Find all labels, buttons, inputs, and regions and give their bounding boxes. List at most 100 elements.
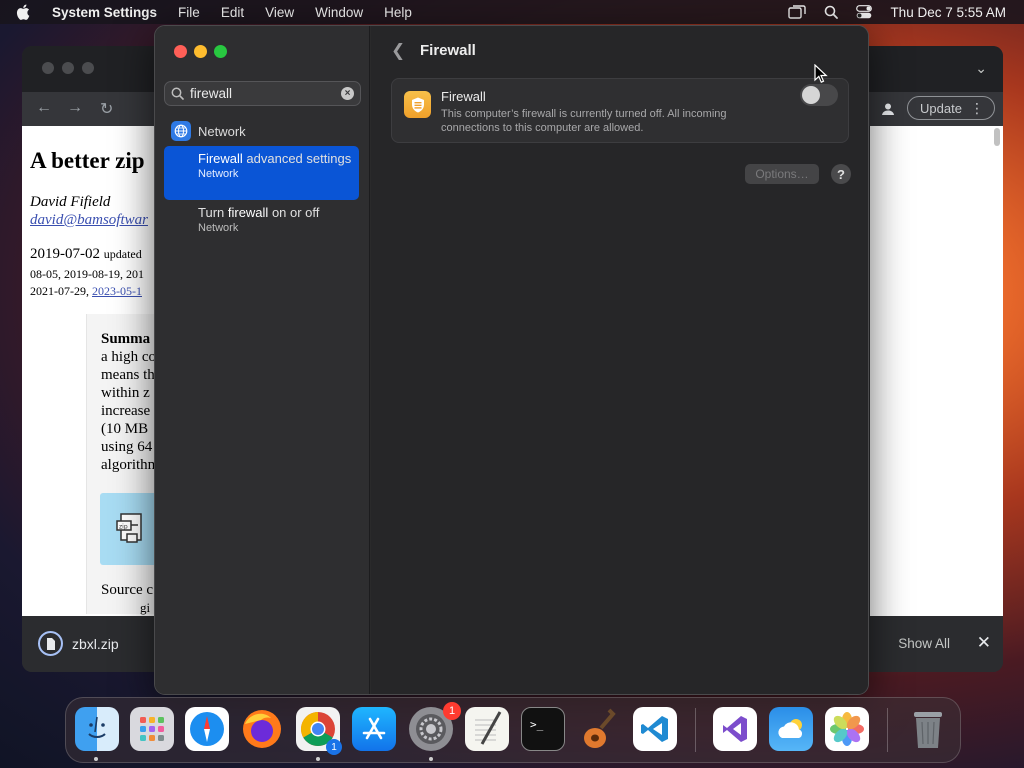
finder-running-indicator: [94, 757, 98, 761]
article-update-dates-2: 2021-07-29, 2023-05-1: [30, 284, 142, 299]
browser-zoom-button[interactable]: [82, 62, 94, 74]
search-input[interactable]: [190, 86, 330, 101]
finder-icon[interactable]: [75, 707, 119, 751]
window-zoom-button[interactable]: [214, 45, 227, 58]
search-result-title: Firewall advanced settings: [198, 151, 359, 167]
browser-close-button[interactable]: [42, 62, 54, 74]
window-close-button[interactable]: [174, 45, 187, 58]
garageband-icon[interactable]: [577, 707, 621, 751]
search-section-network: Network: [171, 121, 246, 141]
settings-notification-badge: 1: [443, 702, 461, 720]
trash-icon[interactable]: [906, 707, 950, 751]
article-heading: A better zip: [30, 148, 145, 173]
menu-file[interactable]: File: [178, 5, 200, 20]
browser-update-label: Update: [920, 100, 962, 116]
menu-help[interactable]: Help: [384, 5, 412, 20]
download-close-icon[interactable]: ✕: [977, 633, 991, 653]
settings-sidebar: × Network Firewall advanced settings Net…: [155, 26, 370, 694]
search-result-rest: advanced settings: [242, 151, 352, 166]
chrome-update-badge: 1: [326, 739, 342, 755]
search-result-subtitle: Network: [198, 168, 239, 180]
firewall-row: Firewall This computer’s firewall is cur…: [391, 78, 849, 143]
window-minimize-button[interactable]: [194, 45, 207, 58]
summary-body: a high co means th within z increase (10…: [101, 349, 160, 473]
firewall-shield-icon: [404, 91, 431, 118]
browser-reload-icon[interactable]: ↻: [100, 99, 113, 119]
firewall-description: This computer’s firewall is currently tu…: [441, 108, 727, 134]
control-center-icon[interactable]: [856, 5, 873, 19]
download-file-icon[interactable]: [38, 631, 63, 656]
article-date-main: 2019-07-02: [30, 246, 100, 262]
menu-bar: System Settings File Edit View Window He…: [0, 0, 1024, 24]
search-section-label: Network: [198, 123, 246, 139]
menu-clock[interactable]: Thu Dec 7 5:55 AM: [890, 5, 1006, 20]
textedit-icon[interactable]: [465, 707, 509, 751]
svg-text:zip: zip: [119, 524, 128, 531]
settings-running-indicator: [429, 757, 433, 761]
photos-icon[interactable]: [825, 707, 869, 751]
browser-forward-icon[interactable]: →: [67, 99, 83, 117]
zip-file-icon: zip: [116, 513, 142, 543]
network-globe-icon: [171, 121, 191, 141]
weather-icon[interactable]: [769, 707, 813, 751]
web-page-content: A better zip David Fifield david@bamsoft…: [22, 126, 162, 616]
browser-profile-icon[interactable]: [877, 98, 899, 120]
menu-edit[interactable]: Edit: [221, 5, 244, 20]
clear-search-icon[interactable]: ×: [341, 87, 354, 100]
terminal-icon[interactable]: >_: [521, 707, 565, 751]
screen-mirroring-icon[interactable]: [788, 5, 807, 19]
article-author: David Fifield: [30, 194, 111, 210]
article-update-dates: 08-05, 2019-08-19, 201: [30, 267, 144, 281]
update-date-text: 2021-07-29,: [30, 284, 92, 298]
launchpad-icon[interactable]: [130, 707, 174, 751]
source-link[interactable]: gi: [140, 600, 150, 616]
dock: 1 1 >_: [65, 697, 961, 763]
update-date-link[interactable]: 2023-05-1: [92, 284, 142, 298]
author-email-link[interactable]: david@bamsoftwar: [30, 212, 148, 229]
article-date: 2019-07-02 updated: [30, 246, 142, 263]
apple-menu-icon[interactable]: [16, 4, 36, 20]
page-scrollbar[interactable]: [994, 128, 1000, 146]
app-store-icon[interactable]: [352, 707, 396, 751]
back-chevron-icon[interactable]: ❮: [391, 41, 405, 61]
summary-heading: Summa: [101, 331, 151, 347]
menu-window[interactable]: Window: [315, 5, 363, 20]
firewall-title: Firewall: [441, 89, 486, 104]
search-result-match: firewall: [227, 205, 269, 220]
system-settings-window: × Network Firewall advanced settings Net…: [154, 25, 869, 695]
search-result-subtitle: Network: [198, 222, 239, 234]
download-filename[interactable]: zbxl.zip: [72, 636, 119, 652]
search-result-firewall-advanced[interactable]: Firewall advanced settings Network: [164, 146, 359, 200]
zip-diagram-image: zip: [100, 493, 160, 565]
settings-search-field[interactable]: ×: [164, 81, 361, 106]
help-button[interactable]: ?: [831, 164, 851, 184]
chrome-running-indicator: [316, 757, 320, 761]
search-result-prefix: Turn: [198, 205, 228, 220]
page-title: Firewall: [420, 42, 476, 59]
web-page-right-edge: [870, 126, 1003, 616]
menu-app-name[interactable]: System Settings: [52, 5, 157, 20]
settings-content-pane: ❮ Firewall Firewall This computer’s fire…: [371, 26, 868, 694]
source-text: Source c: [101, 582, 154, 598]
system-settings-icon[interactable]: 1: [409, 702, 461, 751]
browser-update-button[interactable]: Update ⋮: [907, 96, 995, 120]
search-icon: [171, 87, 184, 100]
browser-menu-icon[interactable]: ⋮: [970, 100, 984, 116]
safari-icon[interactable]: [185, 707, 229, 751]
browser-back-icon[interactable]: ←: [36, 99, 52, 117]
browser-minimize-button[interactable]: [62, 62, 74, 74]
article-date-updated: updated: [103, 247, 142, 261]
options-button[interactable]: Options…: [745, 164, 819, 184]
search-result-rest: on or off: [268, 205, 320, 220]
vscode-icon[interactable]: [633, 707, 677, 751]
tab-search-chevron-icon[interactable]: ⌄: [975, 60, 987, 77]
spotlight-search-icon[interactable]: [824, 5, 839, 19]
menu-view[interactable]: View: [265, 5, 294, 20]
visual-studio-icon[interactable]: [713, 707, 757, 751]
download-show-all-button[interactable]: Show All: [898, 636, 950, 651]
search-result-turn-firewall[interactable]: Turn firewall on or off Network: [164, 200, 359, 238]
firefox-icon[interactable]: [240, 707, 284, 751]
svg-text:>_: >_: [530, 718, 544, 731]
search-result-title: Turn firewall on or off: [198, 205, 359, 221]
chrome-icon[interactable]: 1: [296, 707, 342, 755]
